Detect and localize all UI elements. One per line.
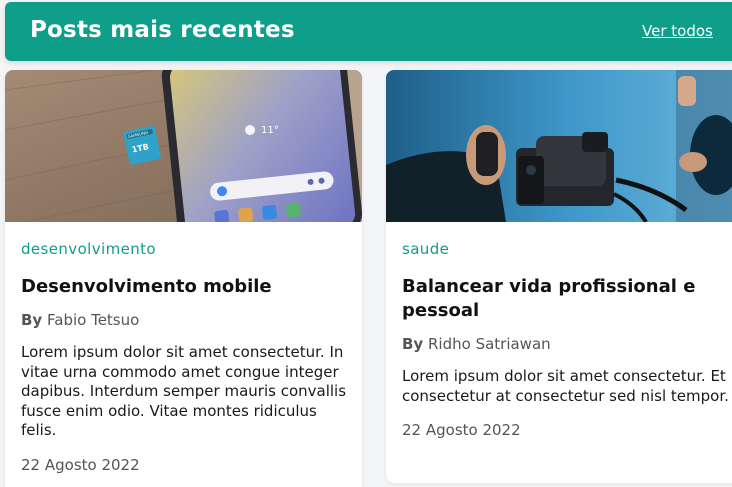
post-title[interactable]: Balancear vida profissional e pessoal — [402, 275, 732, 323]
weather-text: 11° — [261, 125, 279, 136]
post-author: By Ridho Satriawan — [402, 335, 732, 353]
post-image[interactable]: 11° SAMSUNG 1TB — [5, 70, 362, 222]
post-author: By Fabio Tetsuo — [21, 311, 350, 329]
post-category[interactable]: desenvolvimento — [21, 240, 350, 258]
post-image[interactable] — [386, 70, 732, 222]
post-title[interactable]: Desenvolvimento mobile — [21, 275, 350, 299]
post-category[interactable]: saude — [402, 240, 732, 258]
phone-and-memory-card-photo: 11° SAMSUNG 1TB — [5, 70, 362, 222]
post-card[interactable]: 11° SAMSUNG 1TB desenvolvimento Desenvol… — [5, 70, 362, 487]
post-date: 22 Agosto 2022 — [21, 455, 140, 474]
author-prefix: By — [21, 311, 43, 329]
post-date: 22 Agosto 2022 — [402, 421, 521, 439]
post-card[interactable]: saude Balancear vida profissional e pess… — [386, 70, 732, 483]
section-header: Posts mais recentes Ver todos — [5, 2, 732, 61]
post-excerpt: Lorem ipsum dolor sit amet consectetur. … — [21, 343, 347, 439]
post-excerpt: Lorem ipsum dolor sit amet consectetur. … — [402, 367, 729, 405]
phone-on-camera-rig-photo — [386, 70, 732, 222]
author-prefix: By — [402, 335, 424, 353]
section-title: Posts mais recentes — [30, 17, 295, 43]
author-name: Fabio Tetsuo — [47, 311, 140, 329]
view-all-link[interactable]: Ver todos — [642, 22, 713, 40]
author-name: Ridho Satriawan — [428, 335, 551, 353]
